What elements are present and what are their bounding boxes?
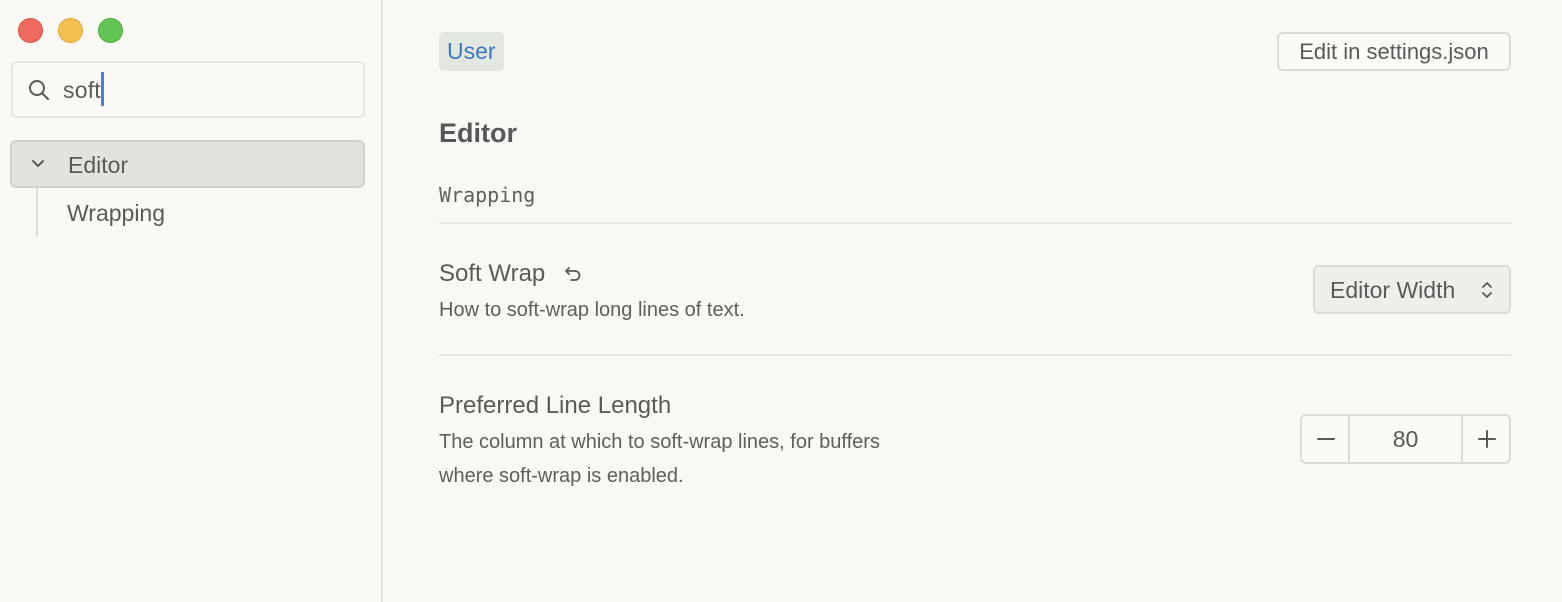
search-text: soft (63, 72, 104, 109)
subsection-title: Wrapping (439, 183, 536, 207)
maximize-window-button[interactable] (98, 18, 123, 43)
window-controls (18, 18, 123, 43)
minimize-window-button[interactable] (58, 18, 83, 43)
reset-icon[interactable] (563, 263, 583, 283)
preferred-line-length-description-line1: The column at which to soft-wrap lines, … (439, 431, 880, 453)
preferred-line-length-title: Preferred Line Length (439, 392, 672, 419)
close-window-button[interactable] (18, 18, 43, 43)
soft-wrap-dropdown[interactable]: Editor Width (1313, 265, 1511, 314)
sidebar-item-label: Editor (68, 152, 129, 178)
scope-tab-user[interactable]: User (439, 32, 504, 71)
increment-button[interactable] (1461, 416, 1509, 462)
stepper-value[interactable]: 80 (1350, 416, 1461, 462)
quantity-stepper: 80 (1300, 414, 1511, 464)
settings-window: soft Editor Wrapping User Edit in settin… (0, 0, 1562, 602)
edit-in-settings-json-button[interactable]: Edit in settings.json (1277, 32, 1511, 71)
search-icon (29, 80, 49, 100)
chevron-down-icon[interactable] (30, 156, 46, 172)
text-caret (100, 72, 104, 106)
soft-wrap-title: Soft Wrap (439, 260, 546, 287)
minus-icon (1317, 438, 1335, 440)
plus-icon (1478, 430, 1496, 448)
divider (439, 354, 1511, 356)
divider (439, 222, 1511, 224)
soft-wrap-description: How to soft-wrap long lines of text. (439, 299, 745, 321)
sidebar-item-wrapping[interactable]: Wrapping (67, 200, 165, 227)
search-input[interactable]: soft (11, 61, 365, 118)
settings-content: User Edit in settings.json Editor Wrappi… (383, 0, 1562, 602)
section-title: Editor (439, 118, 517, 148)
dropdown-value: Editor Width (1330, 277, 1456, 303)
sidebar-item-editor[interactable]: Editor (10, 140, 365, 188)
chevron-up-down-icon (1482, 282, 1492, 298)
preferred-line-length-description-line2: where soft-wrap is enabled. (439, 465, 684, 487)
sidebar: soft Editor Wrapping (0, 0, 383, 602)
decrement-button[interactable] (1302, 416, 1350, 462)
tree-indent-guide (36, 188, 38, 237)
